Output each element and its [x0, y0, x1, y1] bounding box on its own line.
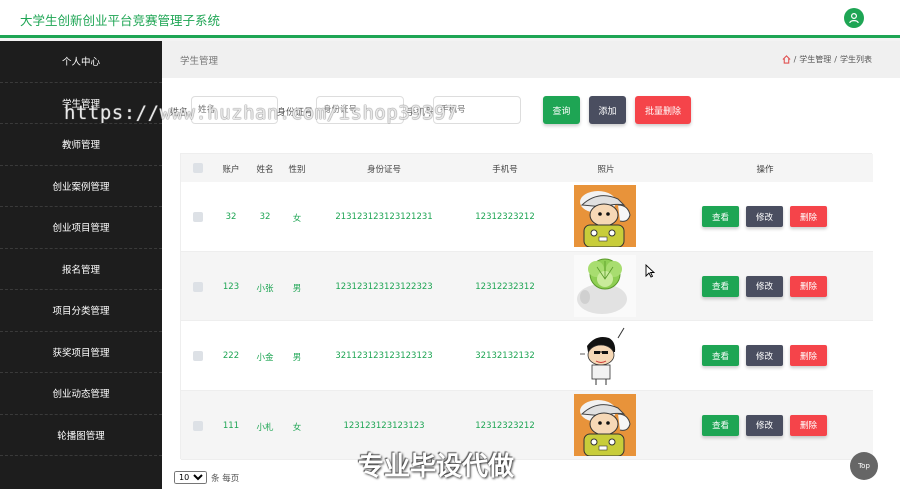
cartoon-boy-icon — [574, 324, 636, 386]
cell-account: 222 — [222, 351, 240, 361]
delete-button[interactable]: 删除 — [790, 275, 827, 297]
row-checkbox[interactable] — [193, 281, 203, 292]
cell-name: 32 — [259, 212, 271, 222]
row-checkbox[interactable] — [193, 212, 203, 222]
delete-button[interactable]: 删除 — [790, 345, 827, 366]
breadcrumb: / 学生管理 / 学生列表 — [782, 54, 872, 65]
breadcrumb-item-students[interactable]: 学生管理 — [799, 54, 831, 65]
select-all-checkbox[interactable] — [193, 163, 203, 173]
system-title: 大学生创新创业平台竞赛管理子系统 — [20, 13, 221, 28]
edit-button[interactable]: 修改 — [746, 275, 783, 297]
cell-idcard: 123123123123123 — [343, 420, 425, 431]
cartoon-boy-icon — [574, 185, 636, 247]
cell-idcard: 213123123123121231 — [335, 212, 433, 222]
column-header-name: 姓名 — [256, 165, 274, 175]
cell-name: 小札 — [256, 422, 274, 433]
query-button[interactable]: 查询 — [543, 96, 580, 124]
row-checkbox[interactable] — [193, 420, 203, 431]
cell-account: 111 — [222, 420, 240, 431]
sidebar-item-startup-projects[interactable]: 创业项目管理 — [0, 207, 162, 249]
sidebar-item-project-categories[interactable]: 项目分类管理 — [0, 290, 162, 332]
column-header-photo: 照片 — [597, 165, 615, 175]
table-row: 123 小张 男 123123123123122323 12312232312 … — [181, 251, 873, 321]
sidebar-item-registration[interactable]: 报名管理 — [0, 249, 162, 290]
cell-account: 123 — [222, 281, 240, 292]
cell-gender: 男 — [292, 283, 302, 294]
cell-phone: 32132132132 — [475, 351, 535, 361]
sidebar-item-teachers[interactable]: 教师管理 — [0, 124, 162, 166]
table-row: 111 小札 女 123123123123123 12312323212 查看 … — [181, 390, 873, 460]
column-header-idcard: 身份证号 — [366, 165, 402, 175]
url-watermark: https://www.huzhan.com/ishop39397 — [64, 102, 458, 124]
breadcrumb-item-student-list: 学生列表 — [840, 55, 872, 64]
edit-button[interactable]: 修改 — [746, 414, 783, 436]
sidebar-item-personal-center[interactable]: 个人中心 — [0, 41, 162, 83]
column-header-account: 账户 — [222, 165, 240, 175]
delete-button[interactable]: 删除 — [790, 414, 827, 436]
view-button[interactable]: 查看 — [702, 275, 739, 297]
delete-button[interactable]: 删除 — [790, 206, 827, 227]
back-to-top-button[interactable]: Top — [850, 452, 878, 480]
view-button[interactable]: 查看 — [702, 414, 739, 436]
cartoon-boy-icon — [574, 393, 636, 456]
breadcrumb-bar: 学生管理 / 学生管理 / 学生列表 — [162, 41, 900, 78]
cabbage-dog-icon — [574, 254, 636, 317]
page-size-unit: 条 每页 — [211, 473, 240, 484]
table-header: 账户 姓名 性别 身份证号 手机号 照片 操作 — [181, 154, 873, 182]
cell-account: 32 — [225, 212, 237, 222]
column-header-gender: 性别 — [288, 165, 306, 175]
mouse-cursor-icon — [645, 264, 655, 278]
view-button[interactable]: 查看 — [702, 345, 739, 366]
pagination: 10 条 每页 — [174, 471, 239, 484]
table-row: 32 32 女 213123123123121231 12312323212 查… — [181, 182, 873, 252]
cell-phone: 12312323212 — [475, 420, 535, 431]
cell-phone: 12312323212 — [475, 212, 535, 222]
column-header-phone: 手机号 — [492, 165, 518, 175]
home-icon[interactable] — [782, 55, 791, 64]
sidebar-item-carousel[interactable]: 轮播图管理 — [0, 415, 162, 456]
cell-name: 小张 — [256, 283, 274, 294]
cell-idcard: 123123123123122323 — [335, 281, 433, 292]
cell-name: 小金 — [256, 353, 274, 363]
table-row: 222 小金 男 321123123123123123 32132132132 … — [181, 321, 873, 391]
cell-gender: 男 — [292, 353, 302, 363]
edit-button[interactable]: 修改 — [746, 206, 783, 227]
cell-phone: 12312232312 — [475, 281, 535, 292]
view-button[interactable]: 查看 — [702, 206, 739, 227]
student-table: 账户 姓名 性别 身份证号 手机号 照片 操作 32 32 女 21312312… — [180, 153, 873, 460]
promo-watermark: 专业毕设代做 — [358, 452, 515, 482]
sidebar-item-startup-cases[interactable]: 创业案例管理 — [0, 166, 162, 207]
column-header-actions: 操作 — [756, 165, 774, 175]
row-checkbox[interactable] — [193, 351, 203, 361]
sidebar-item-startup-news[interactable]: 创业动态管理 — [0, 373, 162, 415]
edit-button[interactable]: 修改 — [746, 345, 783, 366]
user-avatar-icon[interactable] — [844, 8, 864, 28]
cell-gender: 女 — [292, 214, 302, 224]
page-title: 学生管理 — [180, 56, 219, 67]
cell-gender: 女 — [292, 422, 302, 433]
cell-idcard: 321123123123123123 — [335, 351, 433, 361]
batch-delete-button[interactable]: 批量删除 — [635, 96, 691, 124]
add-button[interactable]: 添加 — [589, 96, 626, 124]
page-size-select[interactable]: 10 — [174, 471, 207, 484]
top-bar: 大学生创新创业平台竞赛管理子系统 — [0, 0, 900, 38]
sidebar-item-award-projects[interactable]: 获奖项目管理 — [0, 332, 162, 373]
